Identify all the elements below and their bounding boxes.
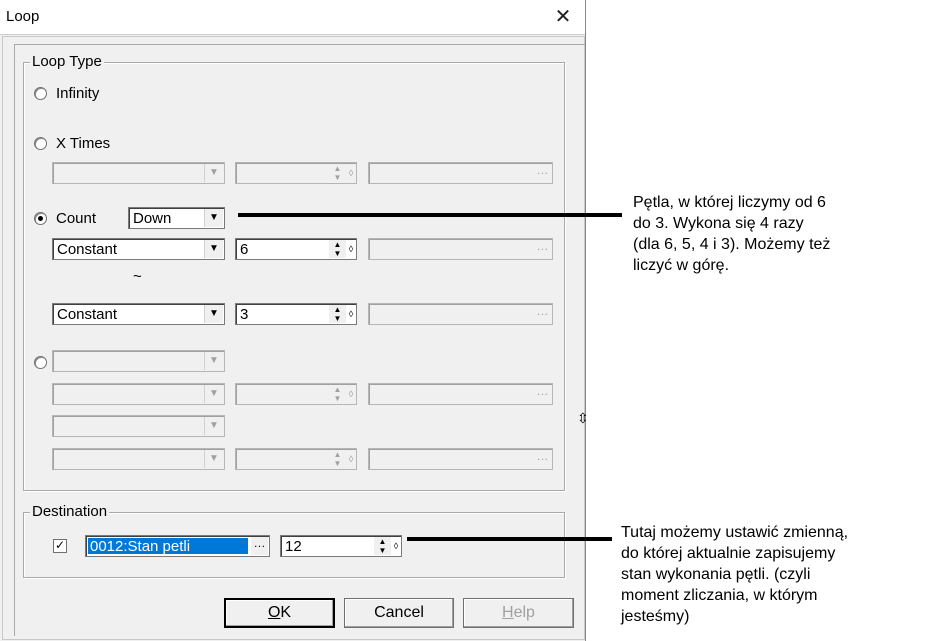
chevron-down-icon: ▼ — [204, 417, 223, 435]
x-times-type-combo[interactable]: ▼ — [52, 162, 225, 184]
loop-dialog: Loop ✕ Loop Type Infinity X Times ▼ ▲ ▼ ◊… — [0, 0, 586, 641]
other-op-combo[interactable]: ▼ — [52, 415, 225, 437]
mouse-cursor-icon: ⇳ — [577, 410, 589, 426]
diamond-icon[interactable]: ◊ — [347, 305, 355, 323]
chevron-down-icon: ▼ — [204, 352, 223, 370]
spin-arrows-icon[interactable]: ▲ ▼ — [329, 240, 346, 258]
x-times-radio[interactable] — [34, 137, 47, 150]
count-note-line: do 3. Wykona się 4 razy — [633, 215, 804, 232]
count-direction-combo[interactable]: Down ▼ — [128, 207, 225, 229]
other-target-spin[interactable]: ▲ ▼ ◊ — [235, 448, 357, 470]
end-value-spin[interactable]: 3 ▲ ▼ ◊ — [235, 303, 357, 325]
destination-note-line: moment zliczania, w którym — [621, 587, 818, 604]
chevron-down-icon: ▼ — [204, 385, 223, 403]
spin-arrows-icon[interactable]: ▲ ▼ — [374, 537, 391, 555]
destination-value-spin[interactable]: 12 ▲ ▼ ◊ — [280, 535, 402, 557]
help-button[interactable]: Help — [463, 598, 574, 628]
diamond-icon: ◊ — [348, 168, 354, 178]
x-times-label: X Times — [56, 135, 111, 152]
start-value-spin[interactable]: 6 ▲ ▼ ◊ — [235, 238, 357, 260]
count-note-line: (dla 6, 5, 4 i 3). Możemy też — [633, 236, 831, 253]
diamond-icon[interactable]: ◊ — [347, 240, 355, 258]
chevron-down-icon: ▼ — [204, 164, 223, 182]
destination-note-line: do której aktualnie zapisujemy — [621, 545, 836, 562]
chevron-down-icon: ▼ — [204, 209, 223, 227]
end-type-value: Constant — [57, 306, 118, 323]
start-type-combo[interactable]: Constant ▼ — [52, 238, 225, 260]
infinity-label: Infinity — [56, 85, 100, 102]
spin-arrows-icon: ▲ ▼ — [329, 450, 346, 468]
destination-note-line: stan wykonania pętli. (czyli — [621, 566, 811, 583]
title-bar: Loop ✕ — [0, 0, 585, 35]
destination-note-line: jesteśmy) — [621, 608, 690, 625]
other-source-combo[interactable]: ▼ — [52, 383, 225, 405]
destination-leader-line — [407, 537, 612, 541]
destination-variable-field[interactable]: 0012:Stan petli … — [85, 535, 270, 557]
chevron-down-icon: ▼ — [204, 450, 223, 468]
end-type-combo[interactable]: Constant ▼ — [52, 303, 225, 325]
other-source-ellipsis[interactable]: … — [368, 383, 553, 405]
chevron-down-icon: ▼ — [204, 240, 223, 258]
other-type-combo[interactable]: ▼ — [52, 350, 225, 372]
destination-note-line: Tutaj możemy ustawić zmienną, — [621, 524, 849, 541]
window-title: Loop — [6, 8, 40, 25]
other-source-spin[interactable]: ▲ ▼ ◊ — [235, 383, 357, 405]
infinity-radio[interactable] — [34, 87, 47, 100]
start-type-value: Constant — [57, 241, 118, 258]
ellipsis-icon[interactable]: … — [534, 164, 551, 182]
end-ellipsis-field[interactable]: … — [368, 303, 553, 325]
spin-arrows-icon: ▲ ▼ — [329, 385, 346, 403]
loop-type-label: Loop Type — [30, 53, 104, 70]
chevron-down-icon: ▼ — [204, 305, 223, 323]
x-times-spin[interactable]: ▲ ▼ ◊ — [235, 162, 357, 184]
range-tilde: ~ — [133, 268, 142, 285]
count-annotation: Pętla, w której liczymy od 6 do 3. Wykon… — [633, 192, 933, 276]
x-times-ellipsis-field[interactable]: … — [368, 162, 553, 184]
diamond-icon: ◊ — [348, 389, 354, 399]
cancel-button[interactable]: Cancel — [344, 598, 454, 628]
other-target-combo[interactable]: ▼ — [52, 448, 225, 470]
close-icon[interactable]: ✕ — [548, 4, 578, 30]
start-ellipsis-field[interactable]: … — [368, 238, 553, 260]
destination-annotation: Tutaj możemy ustawić zmienną, do której … — [621, 522, 931, 627]
diamond-icon[interactable]: ◊ — [392, 537, 400, 555]
other-radio[interactable] — [34, 356, 47, 369]
destination-label: Destination — [30, 503, 110, 520]
spin-arrows-icon: ▲ ▼ — [329, 164, 346, 182]
count-label: Count — [56, 210, 97, 227]
destination-variable: 0012:Stan petli — [90, 538, 191, 555]
diamond-icon: ◊ — [348, 454, 354, 464]
ellipsis-icon[interactable]: … — [534, 305, 551, 323]
count-note-line: Pętla, w której liczymy od 6 — [633, 194, 826, 211]
start-value: 6 — [240, 241, 249, 258]
ellipsis-icon[interactable]: … — [251, 537, 268, 555]
destination-value: 12 — [285, 538, 302, 555]
ellipsis-icon[interactable]: … — [534, 385, 551, 403]
count-note-line: liczyć w górę. — [633, 257, 730, 274]
destination-checkbox[interactable]: ✓ — [53, 539, 67, 553]
end-value: 3 — [240, 306, 249, 323]
count-direction-value: Down — [133, 210, 172, 227]
count-radio[interactable] — [34, 212, 47, 225]
other-target-ellipsis[interactable]: … — [368, 448, 553, 470]
spin-arrows-icon[interactable]: ▲ ▼ — [329, 305, 346, 323]
ok-button[interactable]: OK — [224, 598, 335, 628]
count-leader-line — [238, 213, 622, 217]
ellipsis-icon[interactable]: … — [534, 240, 551, 258]
check-icon: ✓ — [54, 538, 66, 552]
ellipsis-icon[interactable]: … — [534, 450, 551, 468]
